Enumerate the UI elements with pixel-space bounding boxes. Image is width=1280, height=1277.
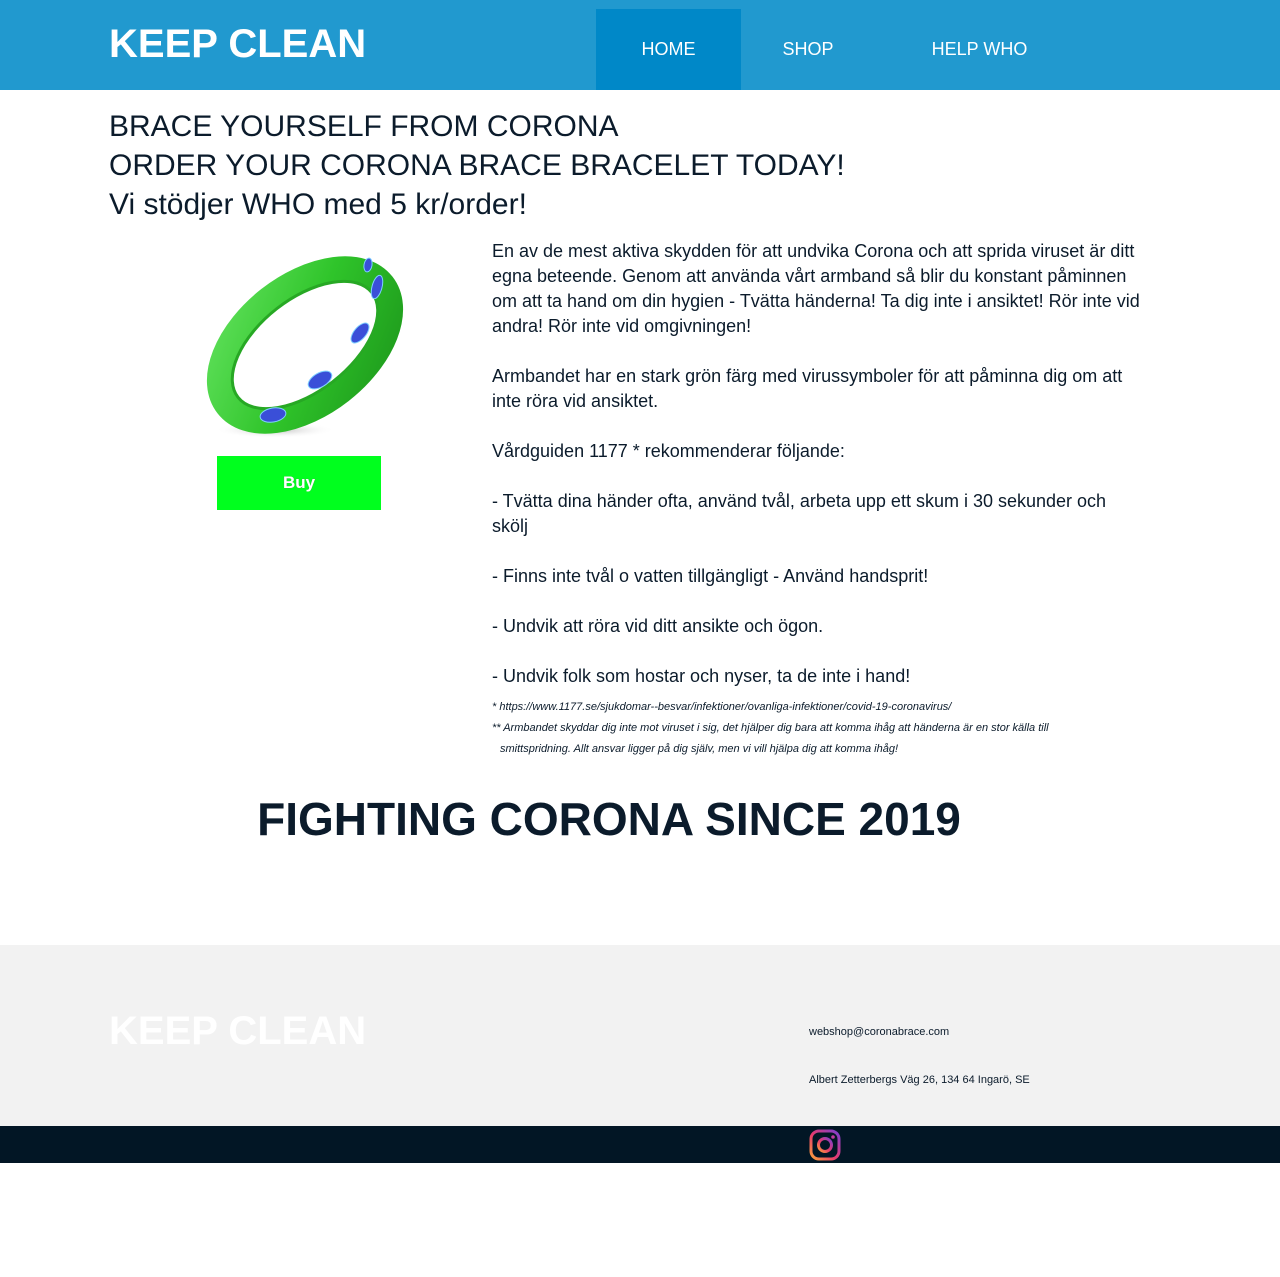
description-paragraph: En av de mest aktiva skydden för att und…: [492, 241, 1140, 336]
footnotes: * https://www.1177.se/sjukdomar--besvar/…: [492, 697, 1092, 760]
nav-shop[interactable]: SHOP: [741, 9, 875, 90]
footnote-disclaimer: ** Armbandet skyddar dig inte mot viruse…: [492, 722, 1049, 734]
page-headings: BRACE YOURSELF FROM CORONA ORDER YOUR CO…: [109, 107, 1169, 224]
footnote-disclaimer-cont: smittspridning. Allt ansvar ligger på di…: [500, 743, 899, 755]
product-description: En av de mest aktiva skydden för att und…: [492, 239, 1142, 689]
bracelet-product-image: [206, 256, 404, 438]
description-paragraph: Armbandet har en stark grön färg med vir…: [492, 366, 1123, 411]
nav-home[interactable]: HOME: [596, 9, 741, 90]
bottom-bar: [0, 1126, 1280, 1163]
footnote-source-link[interactable]: * https://www.1177.se/sjukdomar--besvar/…: [492, 697, 1092, 718]
footer-logo: KEEP CLEAN: [109, 1009, 367, 1053]
main-nav: HOME SHOP HELP WHO: [596, 9, 1084, 90]
site-footer: KEEP CLEAN webshop@coronabrace.com Alber…: [0, 945, 1280, 1126]
heading-order-today: ORDER YOUR CORONA BRACE BRACELET TODAY!: [109, 149, 845, 182]
recommendation-item: - Undvik folk som hostar och nyser, ta d…: [492, 666, 911, 686]
recommendation-intro: Vårdguiden 1177 * rekommenderar följande…: [492, 441, 845, 461]
footer-address: Albert Zetterbergs Väg 26, 134 64 Ingarö…: [809, 1074, 1030, 1086]
recommendation-item: - Tvätta dina händer ofta, använd tvål, …: [492, 491, 1107, 536]
heading-brace-yourself: BRACE YOURSELF FROM CORONA: [109, 110, 619, 143]
recommendation-item: - Finns inte tvål o vatten tillgängligt …: [492, 566, 929, 586]
buy-button[interactable]: Buy: [217, 456, 381, 510]
nav-help-who[interactable]: HELP WHO: [875, 9, 1084, 90]
site-logo[interactable]: KEEP CLEAN: [109, 22, 366, 67]
footer-email[interactable]: webshop@coronabrace.com: [809, 1026, 949, 1038]
site-header: KEEP CLEAN HOME SHOP HELP WHO: [0, 0, 1280, 90]
tagline: FIGHTING CORONA SINCE 2019: [257, 793, 961, 845]
recommendation-item: - Undvik att röra vid ditt ansikte och ö…: [492, 616, 824, 636]
heading-who-support: Vi stödjer WHO med 5 kr/order!: [109, 188, 527, 221]
instagram-icon[interactable]: [809, 1129, 841, 1161]
